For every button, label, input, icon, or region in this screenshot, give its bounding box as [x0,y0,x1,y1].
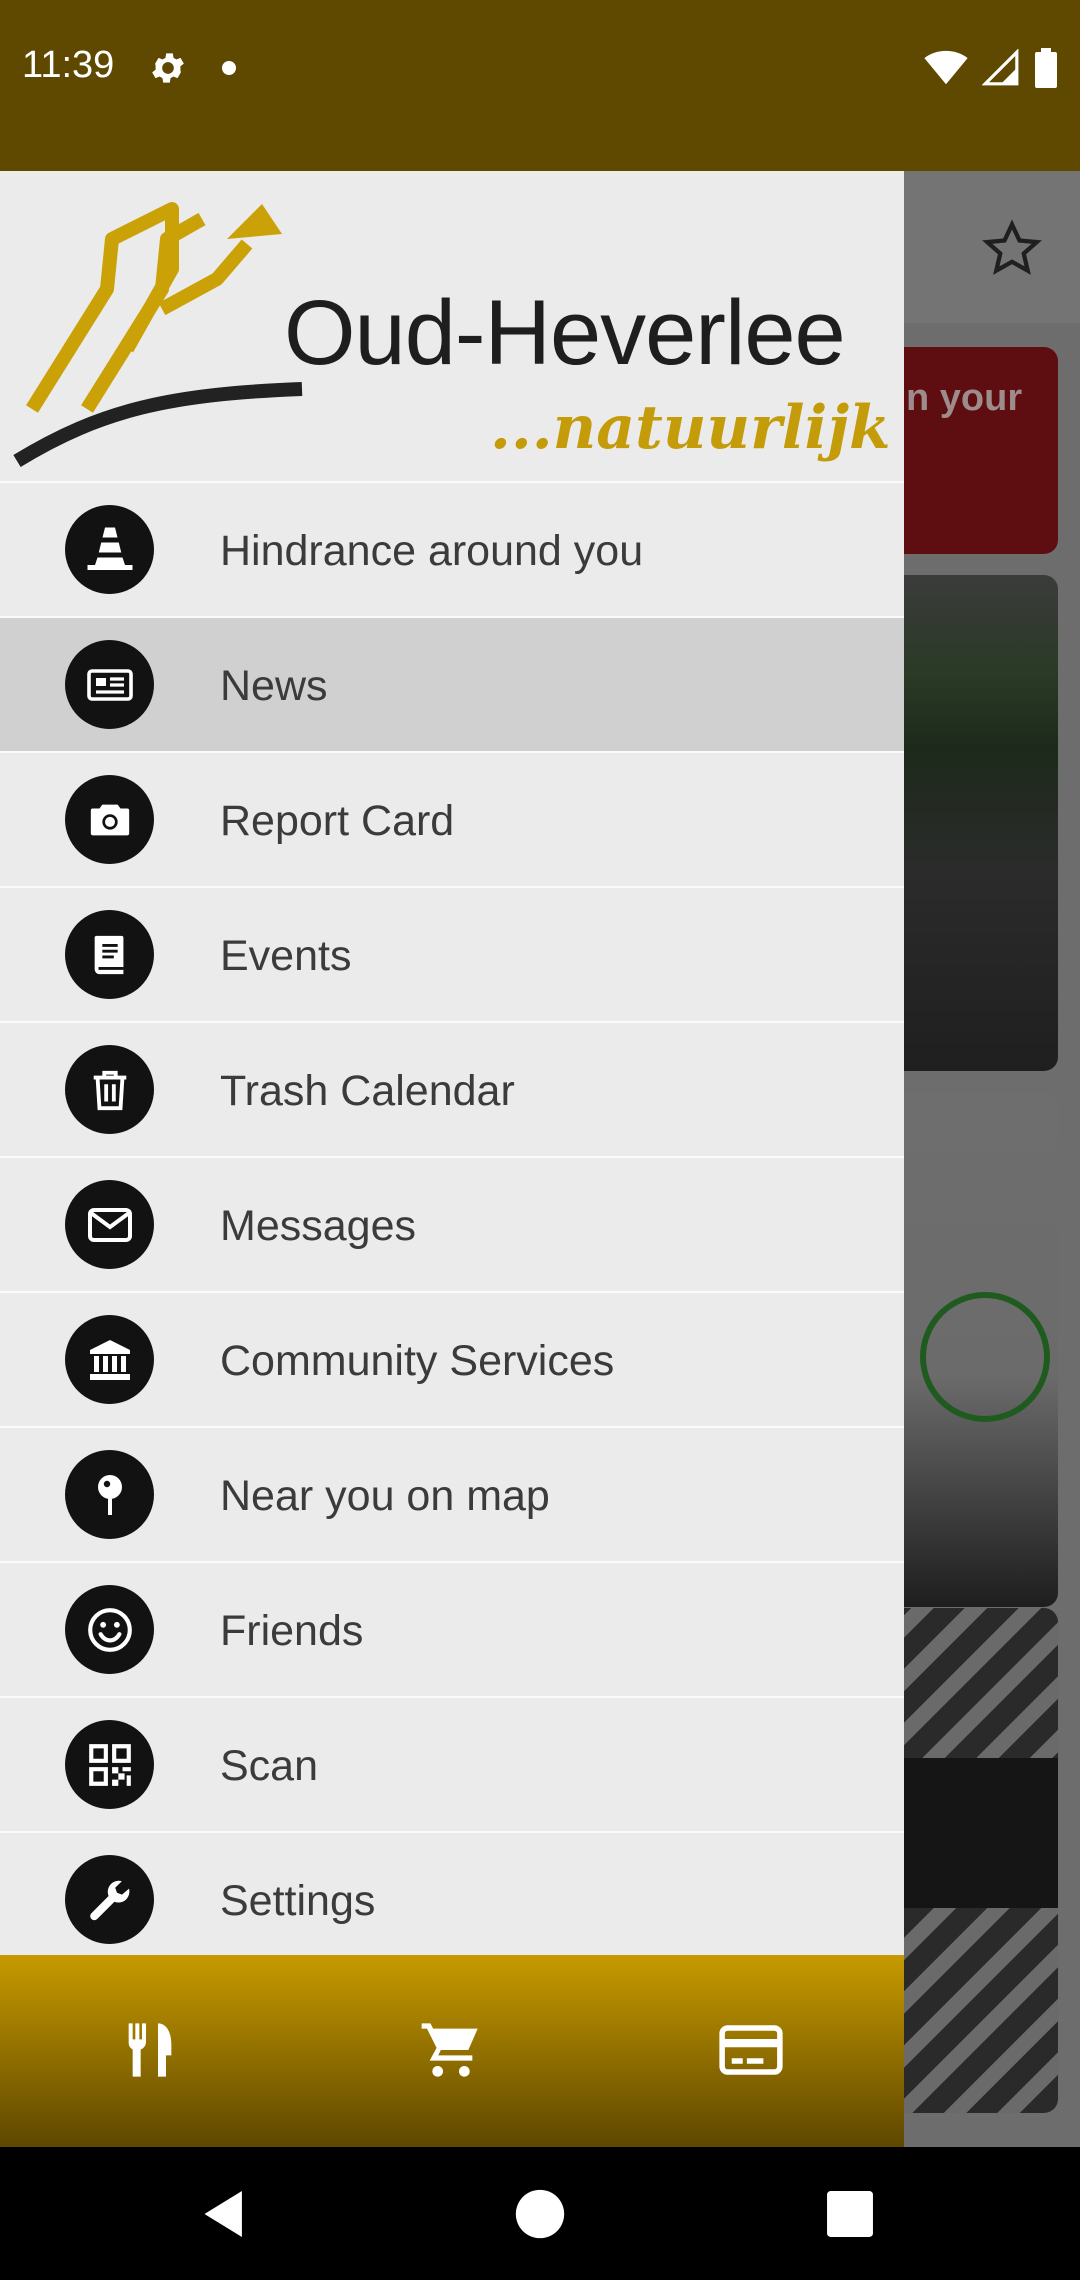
logo-slogan: ...natuurlijk ! [490,393,904,463]
book-icon [65,910,154,999]
shopping-cart-icon [421,2023,478,2077]
background-house-icon [920,1292,1050,1422]
qr-code-icon [65,1720,154,1809]
restaurant-button[interactable] [113,2013,187,2087]
notification-dot-icon [222,61,236,75]
menu-item-near-you-on-map[interactable]: Near you on map [0,1426,904,1561]
bank-building-icon [65,1315,154,1404]
menu-item-messages[interactable]: Messages [0,1156,904,1291]
payment-card-button[interactable] [714,2013,788,2087]
menu-item-report-card[interactable]: Report Card [0,751,904,886]
background-alert-card: n your [880,347,1058,554]
menu-item-hindrance[interactable]: Hindrance around you [0,481,904,616]
wifi-icon [924,50,968,85]
drawer-menu: Hindrance around you News Report Card Ev… [0,481,904,1966]
status-bar: 11:39 [0,0,1080,171]
navigation-drawer: Oud-Heverlee ...natuurlijk ! Hindrance a… [0,171,904,2147]
background-card [880,1092,1058,1607]
menu-item-label: News [220,662,328,710]
menu-item-label: Report Card [220,797,455,845]
trash-can-icon [65,1045,154,1134]
menu-item-label: Hindrance around you [220,527,644,575]
traffic-cone-icon [65,505,154,594]
menu-item-label: Events [220,932,352,980]
star-outline-icon [982,219,1042,275]
menu-item-label: Settings [220,1877,376,1925]
menu-item-friends[interactable]: Friends [0,1561,904,1696]
home-circle-icon[interactable] [511,2185,569,2243]
map-pin-icon [65,1450,154,1539]
drawer-header: Oud-Heverlee ...natuurlijk ! [0,171,904,481]
menu-item-label: Trash Calendar [220,1067,515,1115]
smiley-icon [65,1585,154,1674]
menu-item-settings[interactable]: Settings [0,1831,904,1966]
newspaper-icon [65,640,154,729]
wrench-icon [65,1855,154,1944]
background-card-text: n your [906,377,1023,419]
fork-knife-icon [128,2023,172,2077]
menu-item-community-services[interactable]: Community Services [0,1291,904,1426]
menu-item-label: Scan [220,1742,319,1790]
settings-gear-icon [152,53,184,83]
envelope-icon [65,1180,154,1269]
menu-item-scan[interactable]: Scan [0,1696,904,1831]
system-navigation-bar [0,2147,1080,2280]
oud-heverlee-logo [13,202,303,467]
logo-title: Oud-Heverlee [284,282,846,384]
shop-button[interactable] [414,2013,488,2087]
menu-item-label: Messages [220,1202,416,1250]
drawer-footer-bar [0,1955,904,2147]
payment-card-icon [719,2025,783,2075]
menu-item-events[interactable]: Events [0,886,904,1021]
battery-icon [1035,48,1057,88]
menu-item-label: Friends [220,1607,364,1655]
background-photo-card [880,1608,1058,2113]
cell-signal-icon [982,49,1019,86]
background-photo-card [880,575,1058,1071]
menu-item-trash-calendar[interactable]: Trash Calendar [0,1021,904,1156]
menu-item-label: Near you on map [220,1472,550,1520]
status-time: 11:39 [22,44,115,86]
menu-item-label: Community Services [220,1337,615,1385]
back-triangle-icon[interactable] [196,2185,254,2243]
recents-square-icon[interactable] [821,2185,879,2243]
camera-icon [65,775,154,864]
menu-item-news[interactable]: News [0,616,904,751]
